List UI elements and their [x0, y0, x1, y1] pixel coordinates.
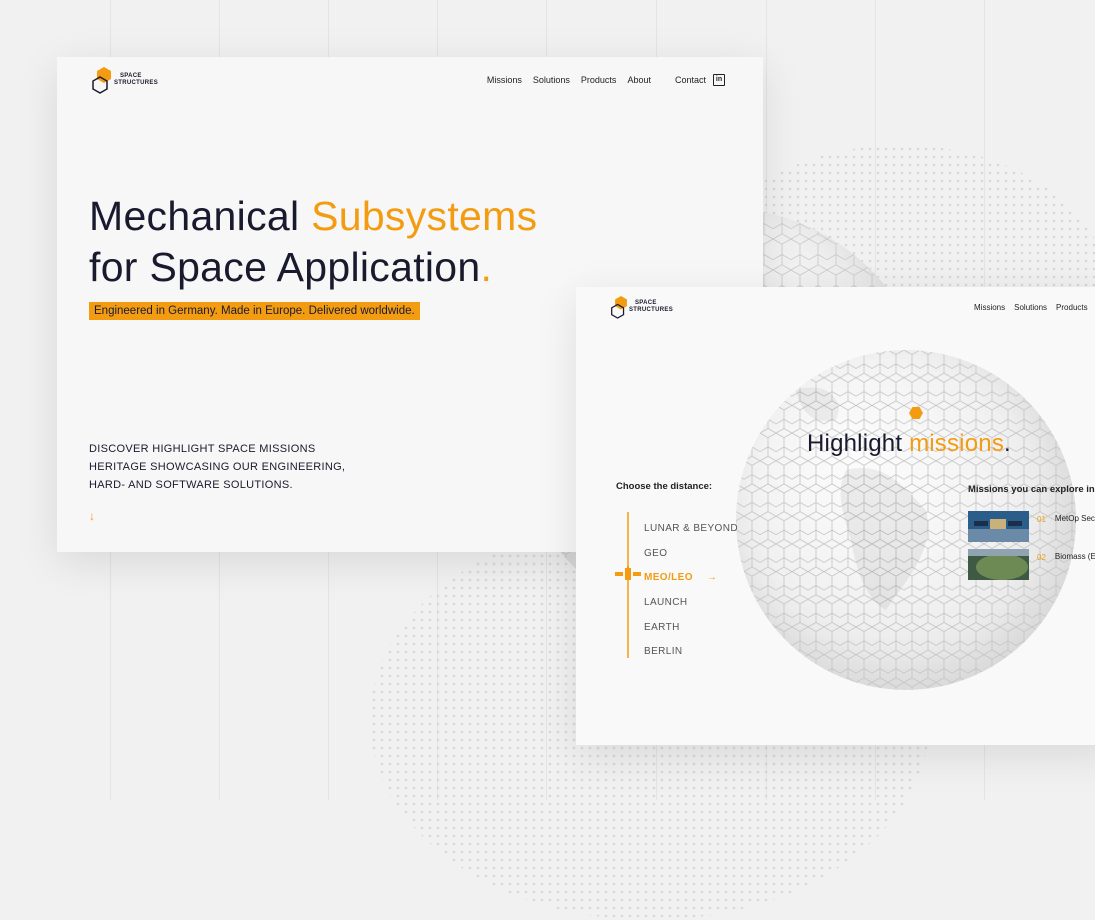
distance-track-line — [627, 512, 629, 658]
logo-wordmark: SPACE STRUCTURES — [629, 300, 674, 313]
mission-name: Biomass (E — [1054, 552, 1095, 561]
arrow-right-icon: → — [706, 572, 718, 584]
mission-number: 01 — [1037, 515, 1046, 524]
discover-text: DISCOVER HIGHLIGHT SPACE MISSIONS HERITA… — [89, 443, 346, 491]
main-nav: Missions Solutions Products About Contac… — [476, 74, 725, 86]
tagline-badge: Engineered in Germany. Made in Europe. D… — [89, 302, 420, 320]
mission-thumbnail-metop — [968, 511, 1029, 542]
choose-distance-label: Choose the distance: — [616, 481, 713, 492]
distance-geo[interactable]: GEO — [644, 542, 738, 567]
nav-products[interactable]: Products — [1056, 303, 1088, 312]
mission-name: MetOp Sec SG) — [1054, 514, 1095, 523]
nav-solutions[interactable]: Solutions — [533, 75, 570, 85]
nav-missions[interactable]: Missions — [487, 75, 522, 85]
site-logo[interactable]: SPACE STRUCTURES — [91, 66, 158, 94]
nav-missions[interactable]: Missions — [974, 303, 1005, 312]
nav-products[interactable]: Products — [581, 75, 617, 85]
nav-solutions[interactable]: Solutions — [1014, 303, 1047, 312]
linkedin-icon[interactable]: in — [713, 74, 725, 86]
mission-item[interactable]: 01 MetOp Sec SG) — [968, 511, 1095, 542]
hero-title: Mechanical Subsystems for Space Applicat… — [89, 193, 538, 290]
distance-meo-leo[interactable]: MEO/LEO → — [644, 566, 738, 591]
orange-hexagon-marker-icon — [909, 407, 923, 419]
main-nav-small: Missions Solutions Products — [974, 303, 1095, 312]
nav-contact[interactable]: Contact — [675, 75, 706, 85]
mission-number: 02 — [1037, 553, 1046, 562]
distance-launch[interactable]: LAUNCH — [644, 591, 738, 616]
mission-item[interactable]: 02 Biomass (E — [968, 549, 1095, 580]
site-logo-small[interactable]: SPACE STRUCTURES — [610, 295, 673, 319]
logo-wordmark: SPACE STRUCTURES — [114, 73, 159, 86]
distance-lunar-beyond[interactable]: LUNAR & BEYOND — [644, 517, 738, 542]
missions-explore-label: Missions you can explore in — [968, 484, 1095, 495]
satellite-icon — [615, 566, 641, 580]
missions-page-card: SPACE STRUCTURES Missions Solutions Prod… — [576, 287, 1095, 745]
scroll-down-arrow-icon[interactable]: ↓ — [89, 509, 95, 523]
distance-berlin[interactable]: BERLIN — [644, 640, 738, 665]
highlight-missions-title: Highlight missions. — [807, 430, 1011, 457]
distance-list: LUNAR & BEYOND GEO MEO/LEO → LAUNCH EARTH… — [644, 517, 738, 665]
mission-thumbnail-biomass — [968, 549, 1029, 580]
nav-about[interactable]: About — [627, 75, 651, 85]
distance-earth[interactable]: EARTH — [644, 615, 738, 640]
